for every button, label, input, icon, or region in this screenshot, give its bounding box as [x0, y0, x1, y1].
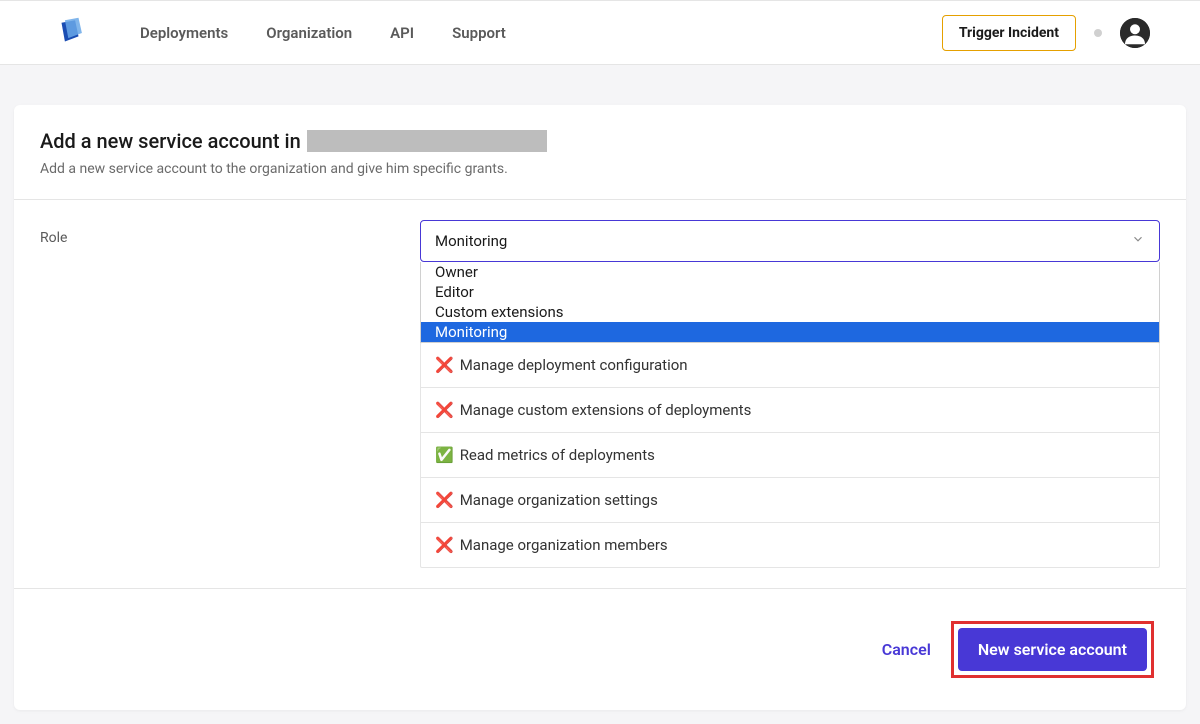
card: Add a new service account in Add a new s… — [14, 105, 1186, 710]
nav-support[interactable]: Support — [452, 24, 506, 42]
role-label: Role — [40, 220, 420, 588]
permission-label: Manage custom extensions of deployments — [460, 401, 752, 419]
submit-highlight-box: New service account — [951, 621, 1154, 678]
permissions-list: ❌ Manage deployment configuration ❌ Mana… — [420, 342, 1160, 568]
card-header: Add a new service account in Add a new s… — [14, 105, 1186, 199]
cancel-button[interactable]: Cancel — [882, 640, 931, 659]
nav-organization[interactable]: Organization — [266, 24, 352, 42]
role-select[interactable]: Monitoring — [420, 220, 1160, 262]
role-option-custom-extensions[interactable]: Custom extensions — [421, 302, 1159, 322]
cross-icon: ❌ — [435, 536, 454, 554]
new-service-account-button[interactable]: New service account — [958, 628, 1147, 671]
permission-label: Manage organization settings — [460, 491, 658, 509]
avatar-icon[interactable] — [1120, 18, 1150, 48]
permission-item: ✅ Read metrics of deployments — [421, 433, 1159, 478]
nav-deployments[interactable]: Deployments — [140, 24, 228, 42]
role-option-owner[interactable]: Owner — [421, 262, 1159, 282]
topbar-right: Trigger Incident — [942, 15, 1150, 51]
permission-label: Manage organization members — [460, 536, 668, 554]
permission-label: Read metrics of deployments — [460, 446, 655, 464]
role-control: Monitoring Owner Editor Custom extension… — [420, 220, 1160, 588]
permission-label: Manage deployment configuration — [460, 356, 688, 374]
page-subtitle: Add a new service account to the organiz… — [40, 161, 1160, 177]
cross-icon: ❌ — [435, 491, 454, 509]
permission-item: ❌ Manage organization settings — [421, 478, 1159, 523]
page-title: Add a new service account in — [40, 129, 1160, 153]
role-row: Role Monitoring Owner Editor Custom exte… — [14, 200, 1186, 589]
role-option-monitoring[interactable]: Monitoring — [421, 322, 1159, 342]
chevron-down-icon — [1131, 232, 1145, 250]
org-name-redacted — [307, 130, 547, 152]
check-icon: ✅ — [435, 446, 454, 464]
logo[interactable] — [50, 13, 90, 53]
nav-links: Deployments Organization API Support — [140, 24, 942, 42]
cross-icon: ❌ — [435, 401, 454, 419]
permission-item: ❌ Manage deployment configuration — [421, 343, 1159, 388]
role-selected-value: Monitoring — [435, 232, 507, 250]
cross-icon: ❌ — [435, 356, 454, 374]
trigger-incident-button[interactable]: Trigger Incident — [942, 15, 1076, 51]
status-dot-icon — [1094, 29, 1102, 37]
permission-item: ❌ Manage custom extensions of deployment… — [421, 388, 1159, 433]
role-option-editor[interactable]: Editor — [421, 282, 1159, 302]
nav-api[interactable]: API — [390, 24, 414, 42]
permission-item: ❌ Manage organization members — [421, 523, 1159, 567]
title-prefix: Add a new service account in — [40, 129, 301, 153]
card-footer: Cancel New service account — [14, 589, 1186, 710]
role-dropdown: Owner Editor Custom extensions Monitorin… — [420, 262, 1160, 343]
topbar: Deployments Organization API Support Tri… — [0, 0, 1200, 65]
